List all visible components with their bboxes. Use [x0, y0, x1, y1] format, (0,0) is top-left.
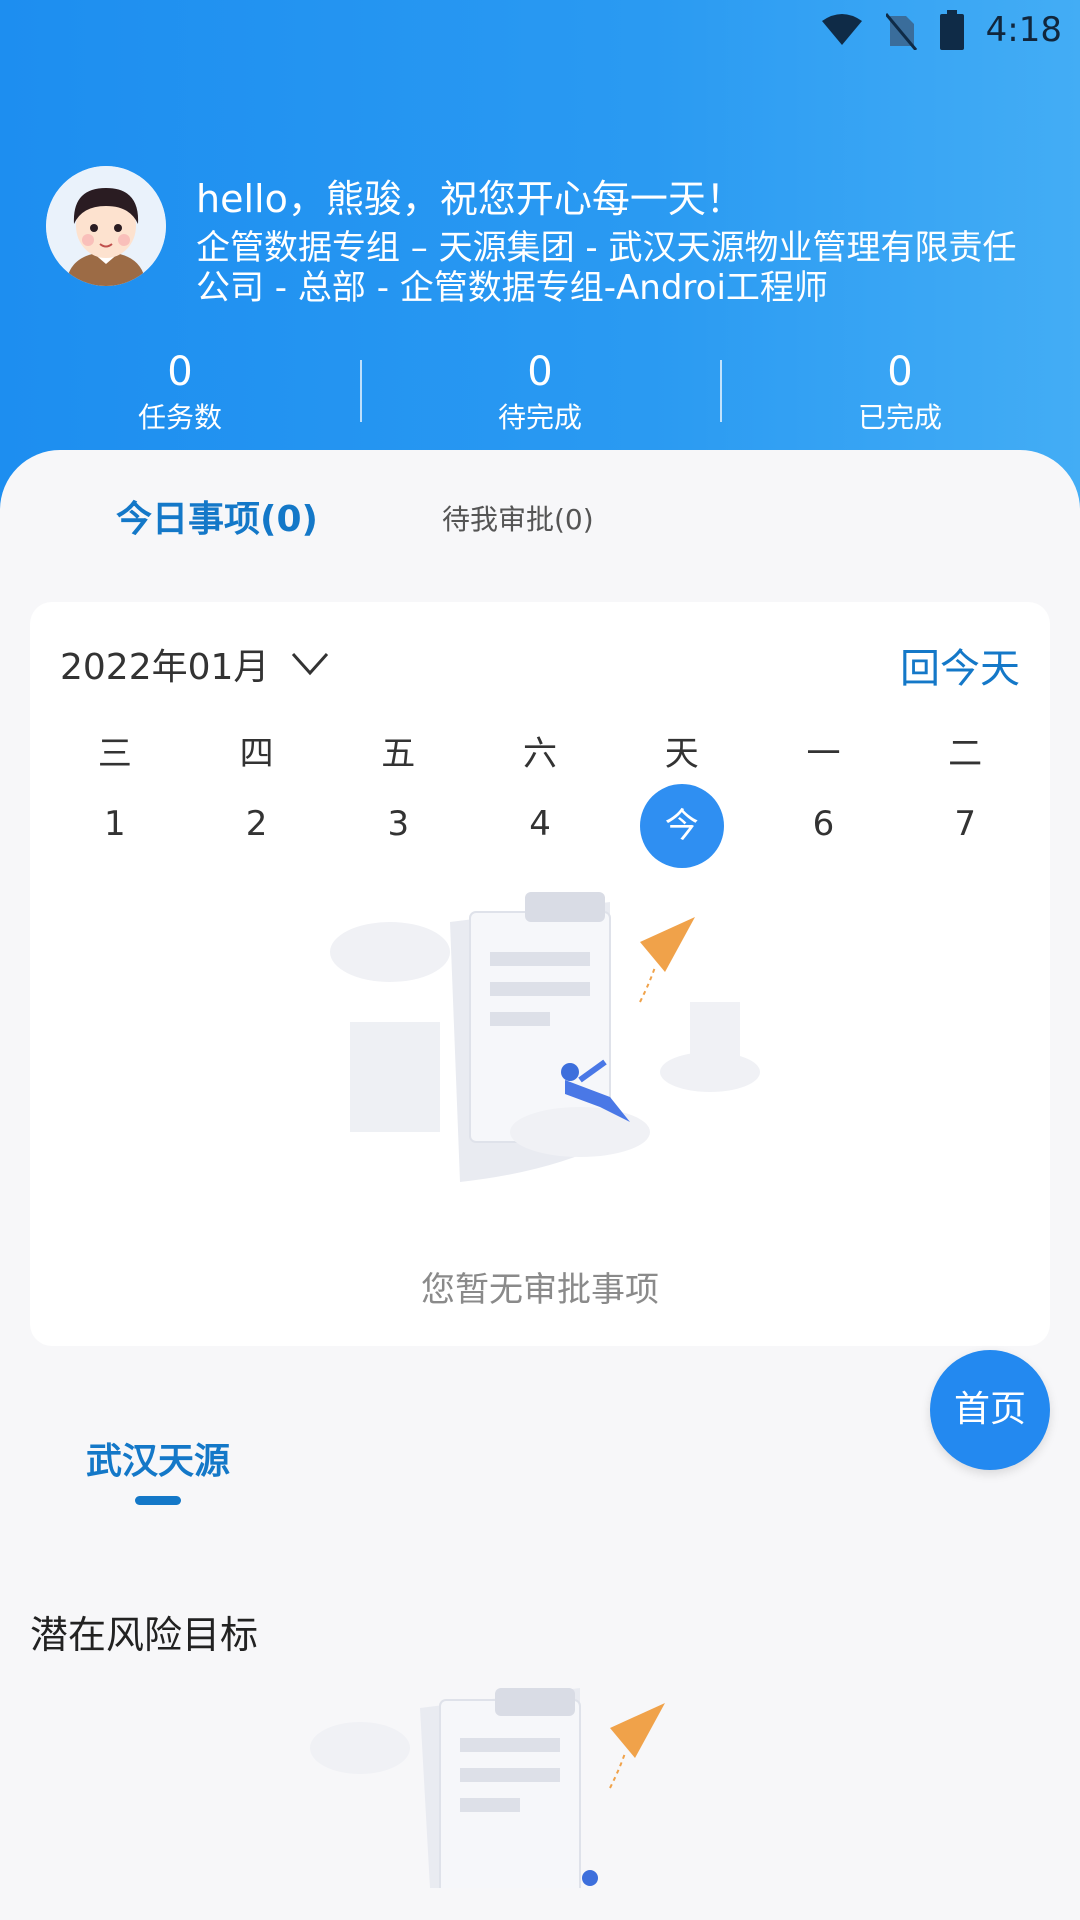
weekday-label: 四 — [239, 734, 274, 774]
stat-task-count[interactable]: 0 任务数 — [0, 348, 360, 448]
stat-value: 0 — [887, 349, 913, 395]
empty-state-illustration — [330, 892, 760, 1182]
weekday-label: 二 — [948, 734, 983, 774]
tab-company[interactable]: 武汉天源 — [86, 1432, 230, 1484]
month-label: 2022年01月 — [60, 647, 270, 688]
stat-pending[interactable]: 0 待完成 — [360, 348, 720, 448]
stat-label: 已完成 — [857, 401, 942, 434]
calendar-card: 2022年01月 回今天 三 四 五 六 天 一 二 1 2 3 4 今 6 7 — [30, 602, 1050, 1346]
tab-indicator — [135, 1496, 181, 1505]
today-marker: 今 — [639, 784, 724, 868]
task-tabs: 今日事项(0) 待我审批(0) — [0, 490, 1080, 611]
tab-pending-approval[interactable]: 待我审批(0) — [442, 498, 594, 538]
weekday-label: 三 — [97, 734, 132, 774]
empty-state-illustration — [310, 1688, 665, 1888]
wifi-icon — [821, 14, 862, 45]
calendar-day-today[interactable]: 今 — [611, 784, 753, 868]
stat-divider — [360, 360, 362, 422]
stat-value: 0 — [167, 349, 193, 395]
weekday-label: 一 — [806, 734, 841, 774]
section-title: 潜在风险目标 — [30, 1613, 259, 1657]
calendar-day[interactable]: 6 — [753, 784, 895, 864]
weekday-label: 六 — [523, 734, 558, 774]
stat-divider — [720, 360, 722, 422]
back-to-today-button[interactable]: 回今天 — [900, 636, 1020, 694]
battery-icon — [939, 10, 964, 50]
stat-label: 任务数 — [137, 401, 222, 434]
tab-today-items[interactable]: 今日事项(0) — [116, 490, 318, 542]
calendar-day[interactable]: 4 — [469, 784, 611, 864]
greeting-text: hello，熊骏，祝您开心每一天！ — [196, 177, 744, 221]
weekday-label: 天 — [664, 734, 699, 774]
avatar[interactable] — [46, 166, 166, 286]
month-selector[interactable]: 2022年01月 — [60, 638, 329, 690]
calendar-day[interactable]: 7 — [894, 784, 1036, 864]
stat-label: 待完成 — [497, 401, 582, 434]
stat-completed[interactable]: 0 已完成 — [720, 348, 1080, 448]
weekday-label: 五 — [381, 734, 416, 774]
home-fab-button[interactable]: 首页 — [930, 1350, 1050, 1470]
calendar-day[interactable]: 2 — [186, 784, 328, 864]
week-days-row: 1 2 3 4 今 6 7 — [30, 784, 1050, 868]
chevron-down-icon — [292, 652, 329, 676]
organization-path: 企管数据专组 – 天源集团 - 武汉天源物业管理有限责任公司 - 总部 - 企管… — [196, 228, 1017, 308]
task-stats: 0 任务数 0 待完成 0 已完成 — [0, 348, 1080, 448]
status-bar: 4:18 — [820, 8, 1062, 52]
status-time: 4:18 — [985, 10, 1062, 50]
profile-header: 4:18 hello，熊骏，祝您开心每一天！ 企管数据专组 – 天源集团 - 武… — [0, 0, 1080, 520]
stat-value: 0 — [527, 349, 553, 395]
empty-state-text: 您暂无审批事项 — [421, 1270, 659, 1310]
user-avatar-icon — [46, 166, 166, 286]
calendar-day[interactable]: 1 — [44, 784, 186, 864]
no-sim-icon — [885, 13, 917, 50]
calendar-day[interactable]: 3 — [327, 784, 469, 864]
weekday-header: 三 四 五 六 天 一 二 — [30, 714, 1050, 794]
